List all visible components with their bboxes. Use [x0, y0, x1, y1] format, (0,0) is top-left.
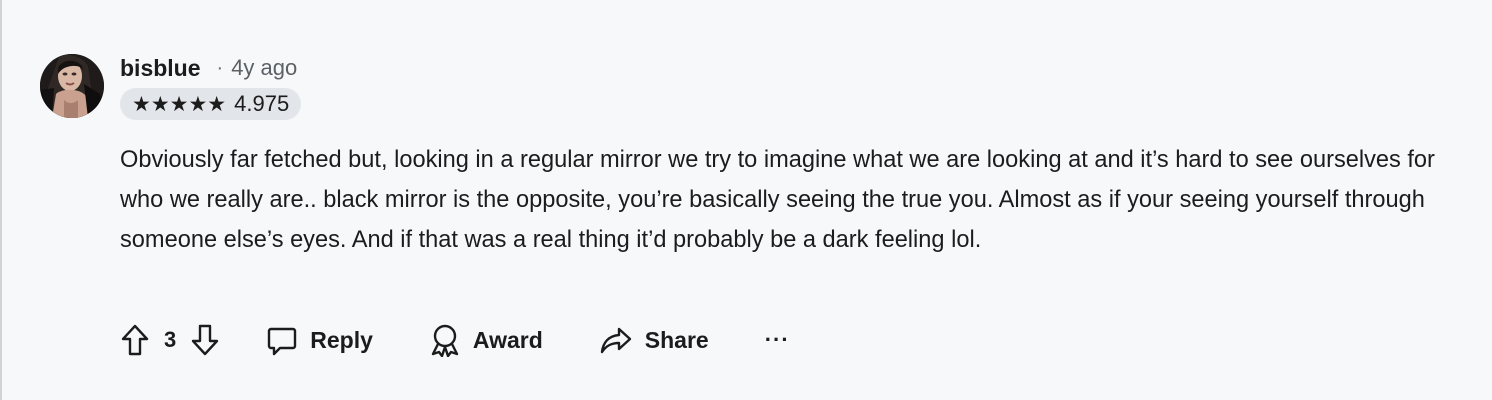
- upvote-button[interactable]: [120, 323, 150, 357]
- reply-button[interactable]: Reply: [266, 324, 373, 356]
- reply-label: Reply: [310, 326, 373, 353]
- vote-group: 3: [120, 323, 220, 357]
- speech-bubble-icon: [268, 327, 297, 356]
- vote-score: 3: [164, 327, 177, 352]
- arrow-down-icon: [192, 324, 219, 356]
- more-options-button[interactable]: ···: [765, 327, 790, 353]
- comment-frame: bisblue · 4y ago ★★★★★ 4.975 Obviously f…: [0, 0, 1492, 400]
- avatar-image: [40, 54, 104, 118]
- arrow-up-icon: [121, 324, 149, 356]
- award-label: Award: [472, 326, 543, 353]
- flair-rating: 4.975: [234, 91, 290, 116]
- comment-meta: bisblue · 4y ago: [120, 52, 301, 84]
- timestamp[interactable]: 4y ago: [231, 55, 297, 81]
- star-rating-icon: ★★★★★: [132, 92, 227, 116]
- avatar[interactable]: [40, 54, 104, 118]
- user-flair: ★★★★★ 4.975: [120, 88, 302, 120]
- award-ribbon-icon: [431, 324, 459, 357]
- downvote-button[interactable]: [190, 323, 220, 357]
- username[interactable]: bisblue: [120, 55, 201, 82]
- share-label: Share: [644, 326, 709, 353]
- comment-actions: 3 Reply Award Share ···: [120, 320, 790, 360]
- share-button[interactable]: Share: [599, 325, 709, 355]
- comment-header: bisblue · 4y ago ★★★★★ 4.975: [120, 52, 302, 120]
- ellipsis-icon: ···: [764, 327, 790, 352]
- meta-separator: ·: [216, 56, 224, 79]
- share-arrow-icon: [600, 327, 631, 354]
- award-button[interactable]: Award: [429, 323, 543, 357]
- comment-body: Obviously far fetched but, looking in a …: [120, 147, 1435, 253]
